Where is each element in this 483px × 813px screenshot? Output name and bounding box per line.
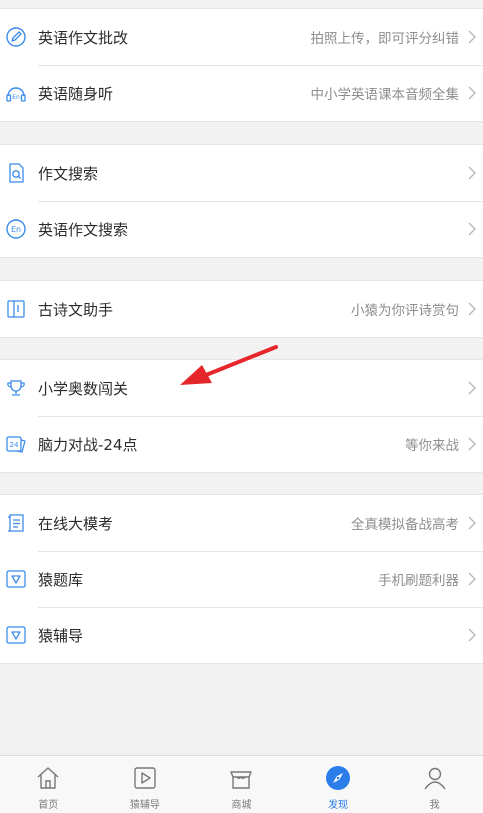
menu-group-1: 英语作文批改 拍照上传，即可评分纠错 En 英语随身听 中小学英语课本音频全集 — [0, 8, 483, 122]
menu-item-title: 作文搜索 — [38, 164, 99, 183]
tab-discover[interactable]: 发现 — [290, 756, 387, 813]
svg-text:24: 24 — [10, 441, 19, 449]
document-search-icon — [5, 162, 27, 184]
menu-item-tutoring[interactable]: 猿辅导 — [0, 607, 483, 663]
exam-paper-icon — [5, 512, 27, 534]
menu-item-title: 在线大模考 — [38, 514, 114, 533]
menu-item-title: 脑力对战-24点 — [38, 435, 138, 454]
menu-item-poetry-assistant[interactable]: 古诗文助手 小猿为你评诗赏句 — [0, 281, 483, 337]
menu-group-3: 古诗文助手 小猿为你评诗赏句 — [0, 280, 483, 338]
trophy-icon — [5, 377, 27, 399]
chevron-right-icon — [467, 436, 477, 452]
chevron-right-icon — [467, 515, 477, 531]
play-icon — [131, 764, 159, 792]
book-icon — [5, 298, 27, 320]
tab-tutoring[interactable]: 猿辅导 — [97, 756, 194, 813]
shield-app-icon — [5, 624, 27, 646]
chevron-right-icon — [467, 301, 477, 317]
svg-text:En: En — [11, 225, 21, 234]
menu-item-essay-search[interactable]: 作文搜索 — [0, 145, 483, 201]
chevron-right-icon — [467, 571, 477, 587]
menu-item-24-points[interactable]: 24 脑力对战-24点 等你来战 — [0, 416, 483, 472]
menu-item-title: 猿辅导 — [38, 626, 84, 645]
menu-item-subtitle: 手机刷题利器 — [378, 573, 459, 589]
menu-item-title: 英语作文搜索 — [38, 220, 129, 239]
red-arrow-annotation — [180, 345, 278, 385]
tab-home[interactable]: 首页 — [0, 756, 97, 813]
menu-item-title: 英语随身听 — [38, 84, 114, 103]
menu-item-subtitle: 中小学英语课本音频全集 — [310, 87, 460, 103]
chevron-right-icon — [467, 627, 477, 643]
chevron-right-icon — [467, 29, 477, 45]
tab-label: 猿辅导 — [129, 800, 160, 811]
svg-text:En: En — [12, 94, 20, 101]
en-headphones-icon: En — [5, 82, 27, 104]
bottom-tab-bar: 首页 猿辅导 商城 发现 我 — [0, 755, 483, 813]
menu-item-subtitle: 等你来战 — [405, 438, 459, 454]
en-circle-icon: En — [5, 218, 27, 240]
store-icon — [227, 764, 255, 792]
menu-group-5: 在线大模考 全真模拟备战高考 猿题库 手机刷题利器 猿辅导 — [0, 494, 483, 664]
person-icon — [421, 764, 449, 792]
chevron-right-icon — [467, 165, 477, 181]
menu-item-subtitle: 全真模拟备战高考 — [351, 517, 459, 533]
chevron-right-icon — [467, 221, 477, 237]
menu-item-english-essay-search[interactable]: En 英语作文搜索 — [0, 201, 483, 257]
menu-item-english-essay-correction[interactable]: 英语作文批改 拍照上传，即可评分纠错 — [0, 9, 483, 65]
home-icon — [34, 764, 62, 792]
tab-label: 商城 — [231, 800, 252, 811]
menu-item-title: 猿题库 — [38, 570, 84, 589]
menu-item-question-bank[interactable]: 猿题库 手机刷题利器 — [0, 551, 483, 607]
tab-me[interactable]: 我 — [386, 756, 483, 813]
menu-item-english-audio[interactable]: En 英语随身听 中小学英语课本音频全集 — [0, 65, 483, 121]
card-24-icon: 24 — [5, 433, 27, 455]
menu-item-title: 小学奥数闯关 — [38, 379, 129, 398]
menu-item-subtitle: 拍照上传，即可评分纠错 — [310, 31, 460, 47]
tab-label: 首页 — [38, 800, 59, 811]
pen-circle-icon — [5, 26, 27, 48]
shield-app-icon — [5, 568, 27, 590]
tab-store[interactable]: 商城 — [193, 756, 290, 813]
menu-group-2: 作文搜索 En 英语作文搜索 — [0, 144, 483, 258]
chevron-right-icon — [467, 85, 477, 101]
tab-label: 我 — [429, 800, 440, 811]
menu-item-title: 古诗文助手 — [38, 300, 114, 319]
menu-item-subtitle: 小猿为你评诗赏句 — [351, 303, 459, 319]
menu-item-title: 英语作文批改 — [38, 28, 129, 47]
menu-item-online-mock-exam[interactable]: 在线大模考 全真模拟备战高考 — [0, 495, 483, 551]
chevron-right-icon — [467, 380, 477, 396]
compass-icon — [324, 764, 352, 792]
tab-label: 发现 — [328, 800, 349, 811]
